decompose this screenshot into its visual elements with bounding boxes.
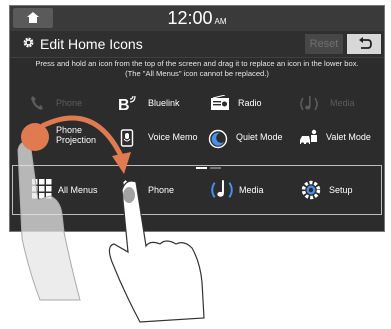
drag-arrowhead <box>112 152 131 174</box>
ghost-hand <box>17 141 81 301</box>
drag-arrow <box>40 115 125 160</box>
drag-gesture-illustration <box>17 115 205 323</box>
fingertip-shadow <box>123 187 135 203</box>
pointing-hand <box>108 180 205 323</box>
